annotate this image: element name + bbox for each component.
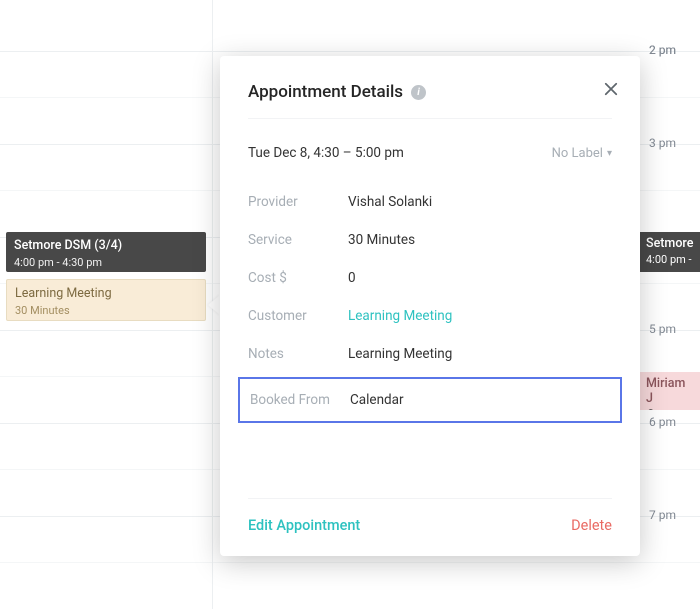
event-title: Setmore DSM (3/4) bbox=[14, 238, 198, 253]
edit-appointment-button[interactable]: Edit Appointment bbox=[248, 517, 360, 534]
event-title: Miriam J bbox=[646, 376, 694, 406]
event-title: Learning Meeting bbox=[15, 286, 197, 301]
field-label: Customer bbox=[248, 308, 348, 324]
divider bbox=[248, 118, 612, 119]
field-value: 0 bbox=[348, 270, 356, 286]
field-label: Booked From bbox=[250, 392, 350, 408]
calendar-event[interactable]: Setmore DSM (3/4) 4:00 pm - 4:30 pm bbox=[6, 232, 206, 272]
cost-field: Cost $ 0 bbox=[248, 259, 612, 297]
event-time: 4:00 pm - 4:30 pm bbox=[14, 255, 198, 270]
service-field: Service 30 Minutes bbox=[248, 221, 612, 259]
event-time: 4:00 pm - bbox=[646, 253, 694, 266]
modal-title: Appointment Details i bbox=[248, 82, 426, 102]
notes-field: Notes Learning Meeting bbox=[248, 335, 612, 373]
appointment-fields: Provider Vishal Solanki Service 30 Minut… bbox=[248, 183, 612, 423]
datetime-row: Tue Dec 8, 4:30 – 5:00 pm No Label ▾ bbox=[248, 145, 612, 161]
field-value: Calendar bbox=[350, 392, 404, 408]
modal-actions: Edit Appointment Delete bbox=[248, 498, 612, 534]
label-dropdown-text: No Label bbox=[552, 146, 603, 161]
close-icon bbox=[604, 82, 618, 96]
booked-from-field: Booked From Calendar bbox=[238, 377, 622, 423]
delete-button[interactable]: Delete bbox=[571, 517, 612, 534]
appointment-details-modal: Appointment Details i Tue Dec 8, 4:30 – … bbox=[220, 56, 640, 556]
time-label: 2 pm bbox=[376, 43, 676, 57]
field-value: 30 Minutes bbox=[348, 232, 415, 248]
field-label: Notes bbox=[248, 346, 348, 362]
modal-title-text: Appointment Details bbox=[248, 82, 403, 102]
popover-arrow-icon bbox=[208, 295, 220, 315]
calendar-event-selected[interactable]: Learning Meeting 30 Minutes bbox=[6, 279, 206, 321]
half-hour-line bbox=[0, 562, 700, 563]
label-dropdown[interactable]: No Label ▾ bbox=[552, 146, 612, 161]
field-label: Provider bbox=[248, 194, 348, 210]
event-title: Setmore bbox=[646, 236, 694, 251]
appointment-datetime: Tue Dec 8, 4:30 – 5:00 pm bbox=[248, 145, 404, 161]
field-value: Learning Meeting bbox=[348, 346, 452, 362]
customer-link[interactable]: Learning Meeting bbox=[348, 308, 452, 324]
field-label: Cost $ bbox=[248, 270, 348, 286]
calendar-event[interactable]: Setmore 4:00 pm - bbox=[640, 232, 700, 272]
close-button[interactable] bbox=[598, 78, 624, 104]
field-value: Vishal Solanki bbox=[348, 194, 432, 210]
event-duration: 🎥15 Min bbox=[646, 408, 694, 410]
info-icon[interactable]: i bbox=[411, 85, 426, 100]
customer-field: Customer Learning Meeting bbox=[248, 297, 612, 335]
provider-field: Provider Vishal Solanki bbox=[248, 183, 612, 221]
event-duration: 30 Minutes bbox=[15, 303, 197, 318]
field-label: Service bbox=[248, 232, 348, 248]
chevron-down-icon: ▾ bbox=[607, 148, 612, 159]
calendar-event[interactable]: Miriam J 🎥15 Min bbox=[640, 372, 700, 410]
